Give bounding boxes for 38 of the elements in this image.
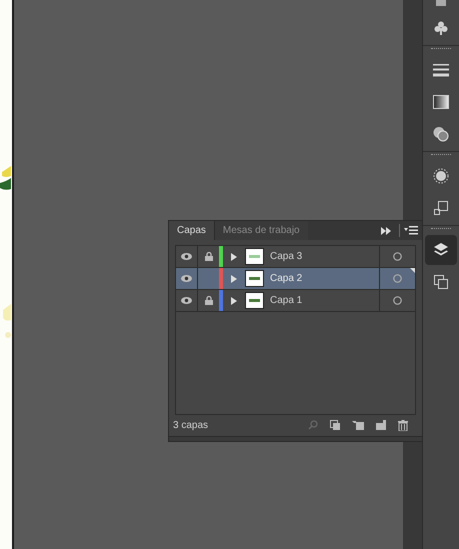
club-icon — [433, 20, 449, 36]
squares-icon — [433, 200, 449, 216]
layer-row[interactable]: Capa 1 — [176, 290, 415, 312]
layer-count: 3 capas — [173, 418, 208, 433]
stroke-icon — [433, 63, 449, 77]
panel-tab[interactable]: Mesas de trabajo — [214, 221, 308, 240]
overlapping-circles-icon — [433, 126, 449, 142]
fast-forward-icon[interactable] — [381, 226, 391, 235]
trash-icon[interactable] — [398, 420, 408, 431]
artboards-icon — [433, 274, 449, 290]
selection-corner-icon — [410, 268, 415, 274]
layer-name: Capa 1 — [270, 294, 302, 308]
eye-icon[interactable] — [181, 253, 192, 260]
eye-icon[interactable] — [181, 297, 192, 304]
panel-menu-icon[interactable] — [404, 226, 418, 236]
panel-tab[interactable]: Capas — [169, 221, 214, 240]
expand-arrow-icon[interactable] — [231, 252, 237, 261]
sun-icon — [433, 168, 449, 184]
layer-thumbnail — [245, 270, 264, 288]
eye-icon[interactable] — [181, 275, 192, 282]
panel-toggle-button[interactable] — [425, 235, 457, 265]
expand-arrow-icon[interactable] — [231, 274, 237, 283]
target-circle-icon[interactable] — [393, 252, 402, 262]
partial-icon — [436, 0, 446, 6]
clipping-mask-icon[interactable] — [330, 420, 340, 430]
gradient-icon — [433, 95, 449, 109]
layers-icon — [433, 242, 449, 258]
lock-icon[interactable] — [204, 252, 212, 262]
new-layer-icon[interactable] — [376, 420, 386, 430]
layer-name: Capa 2 — [270, 272, 302, 286]
new-sublayer-icon[interactable] — [352, 420, 364, 430]
layer-name: Capa 3 — [270, 250, 302, 264]
layer-thumbnail — [245, 248, 264, 266]
layer-row[interactable]: Capa 2 — [176, 268, 415, 290]
layer-thumbnail — [245, 292, 264, 310]
expand-arrow-icon[interactable] — [231, 296, 237, 305]
target-circle-icon[interactable] — [393, 296, 402, 306]
lock-icon[interactable] — [204, 296, 212, 306]
